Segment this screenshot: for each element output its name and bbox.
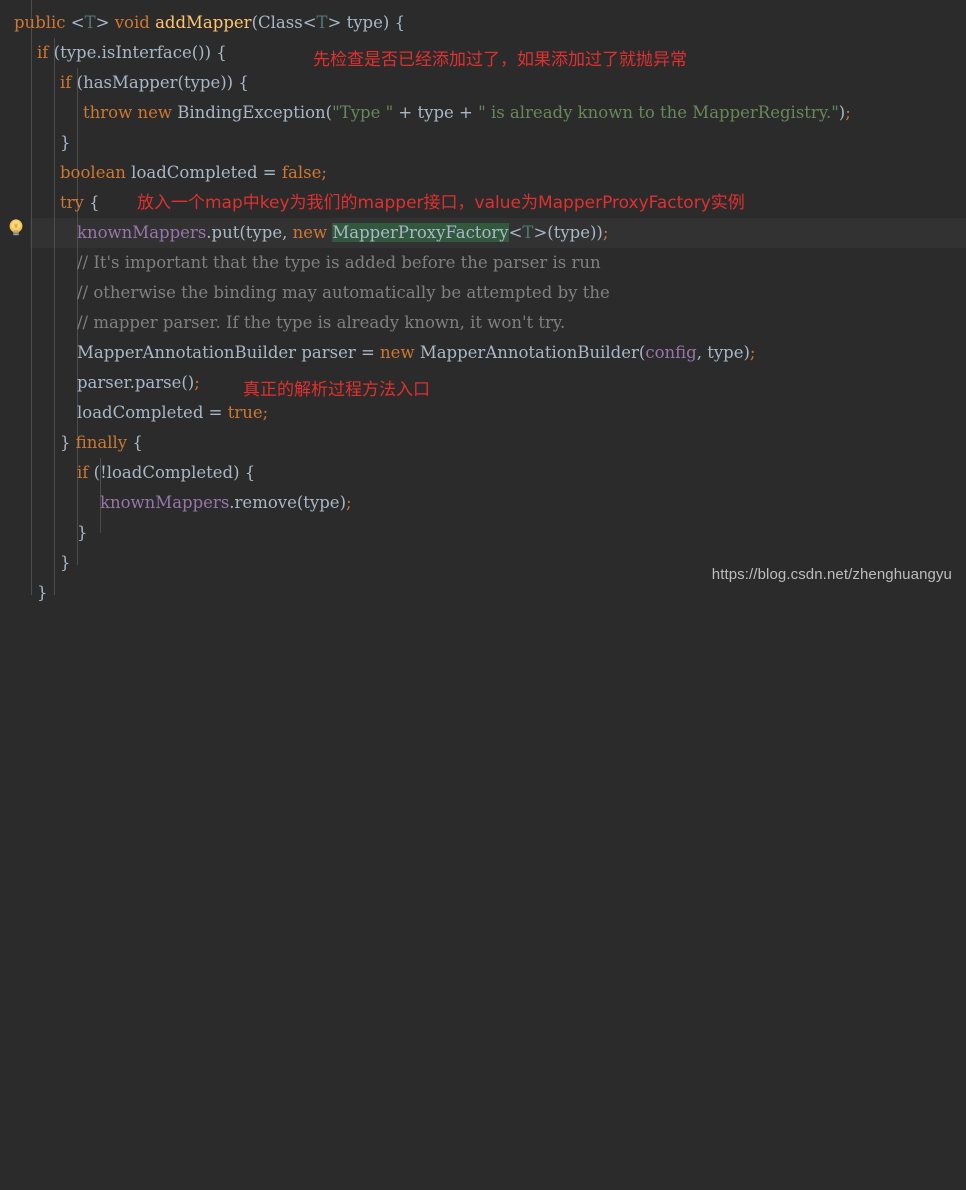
code-line[interactable]: knownMappers.put(type, new MapperProxyFa… — [0, 218, 966, 248]
code-line-text: // It's important that the type is added… — [77, 253, 601, 272]
watermark: https://blog.csdn.net/zhenghuangyu — [711, 566, 952, 583]
code-line[interactable]: parser.parse(); — [0, 368, 966, 398]
code-line-text: MapperAnnotationBuilder parser = new Map… — [77, 343, 756, 362]
code-line-text: } finally { — [60, 433, 143, 452]
code-line[interactable]: loadCompleted = true; — [0, 398, 966, 428]
code-line-text: throw new BindingException("Type " + typ… — [83, 103, 851, 122]
code-area[interactable]: public <T> void addMapper(Class<T> type)… — [0, 0, 966, 602]
code-line[interactable]: // otherwise the binding may automatical… — [0, 278, 966, 308]
code-editor[interactable]: public <T> void addMapper(Class<T> type)… — [0, 0, 966, 602]
code-line[interactable]: boolean loadCompleted = false; — [0, 158, 966, 188]
annotation-text: 真正的解析过程方法入口 — [243, 380, 430, 400]
code-line-text: knownMappers.remove(type); — [100, 493, 352, 512]
annotation-text: 放入一个map中key为我们的mapper接口，value为MapperProx… — [137, 193, 745, 213]
code-line[interactable]: public <T> void addMapper(Class<T> type)… — [0, 8, 966, 38]
annotation-text: 先检查是否已经添加过了，如果添加过了就抛异常 — [313, 50, 687, 70]
code-line[interactable]: // It's important that the type is added… — [0, 248, 966, 278]
code-line[interactable]: } finally { — [0, 428, 966, 458]
code-line-text: // mapper parser. If the type is already… — [77, 313, 566, 332]
code-line-text: boolean loadCompleted = false; — [60, 163, 327, 182]
code-line[interactable]: throw new BindingException("Type " + typ… — [0, 98, 966, 128]
code-line-text: knownMappers.put(type, new MapperProxyFa… — [77, 223, 609, 242]
occurrence-highlight: MapperProxyFactory — [332, 223, 509, 242]
code-line-text: parser.parse(); — [77, 373, 200, 392]
code-line-text: if (type.isInterface()) { — [37, 43, 227, 62]
code-line-text: } — [77, 523, 88, 542]
code-line-text: public <T> void addMapper(Class<T> type)… — [14, 13, 406, 32]
code-line[interactable]: if (!loadCompleted) { — [0, 458, 966, 488]
code-line-text: } — [60, 133, 71, 152]
code-line-text: // otherwise the binding may automatical… — [77, 283, 610, 302]
code-line-text: } — [37, 583, 48, 602]
code-line[interactable]: // mapper parser. If the type is already… — [0, 308, 966, 338]
code-line-text: if (!loadCompleted) { — [77, 463, 256, 482]
code-line[interactable]: } — [0, 128, 966, 158]
code-line-text: if (hasMapper(type)) { — [60, 73, 249, 92]
code-line-text: try { — [60, 193, 100, 212]
code-line-text: loadCompleted = true; — [77, 403, 269, 422]
code-line[interactable]: } — [0, 518, 966, 548]
code-line[interactable]: MapperAnnotationBuilder parser = new Map… — [0, 338, 966, 368]
code-line[interactable]: knownMappers.remove(type); — [0, 488, 966, 518]
code-line-text: } — [60, 553, 71, 572]
